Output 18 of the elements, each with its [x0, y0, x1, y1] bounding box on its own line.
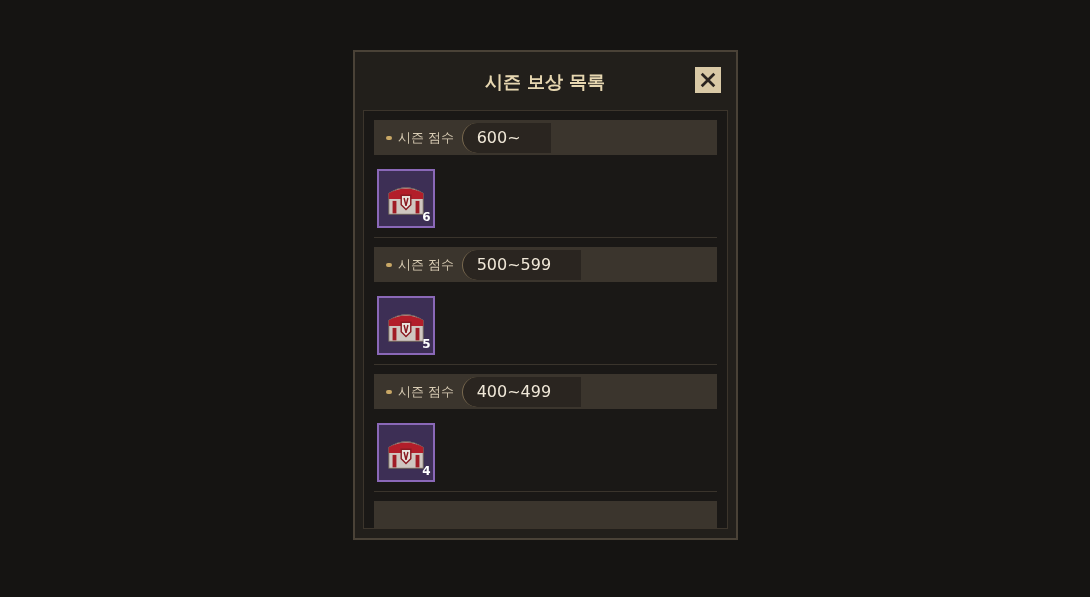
reward-count: 4: [422, 463, 431, 480]
score-range: 400~499: [461, 376, 582, 407]
score-range: 600~: [461, 122, 551, 153]
reward-count: 6: [422, 209, 431, 226]
dialog-title: 시즌 보상 목록: [484, 69, 606, 94]
tier-label: 시즌 점수: [397, 255, 454, 274]
reward-slot[interactable]: 6: [376, 169, 435, 228]
reward-slot[interactable]: 4: [376, 423, 435, 482]
close-icon: [698, 71, 717, 89]
tier-label: 시즌 점수: [397, 382, 454, 401]
reward-slot[interactable]: 5: [376, 296, 435, 355]
bullet-icon: [385, 135, 392, 140]
bullet-icon: [385, 389, 392, 394]
close-button[interactable]: [694, 67, 721, 93]
reward-count: 5: [422, 336, 431, 353]
bullet-icon: [385, 262, 392, 267]
score-range: 500~599: [461, 249, 582, 280]
tier-label: 시즌 점수: [397, 128, 454, 147]
